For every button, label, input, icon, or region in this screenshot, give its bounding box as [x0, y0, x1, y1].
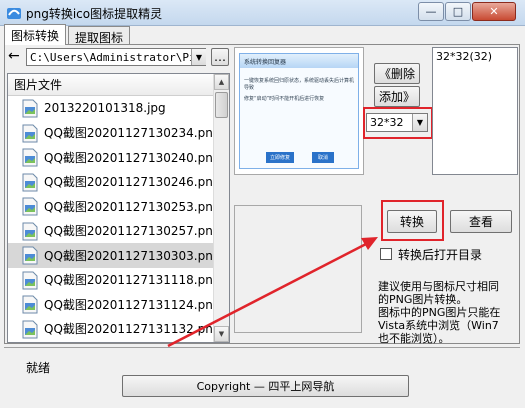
- copyright-button[interactable]: Copyright — 四平上网导航: [122, 375, 409, 397]
- status-text: 就绪: [26, 361, 51, 375]
- tab-icon-convert[interactable]: 图标转换: [4, 24, 67, 45]
- statusbar-divider: [4, 347, 520, 348]
